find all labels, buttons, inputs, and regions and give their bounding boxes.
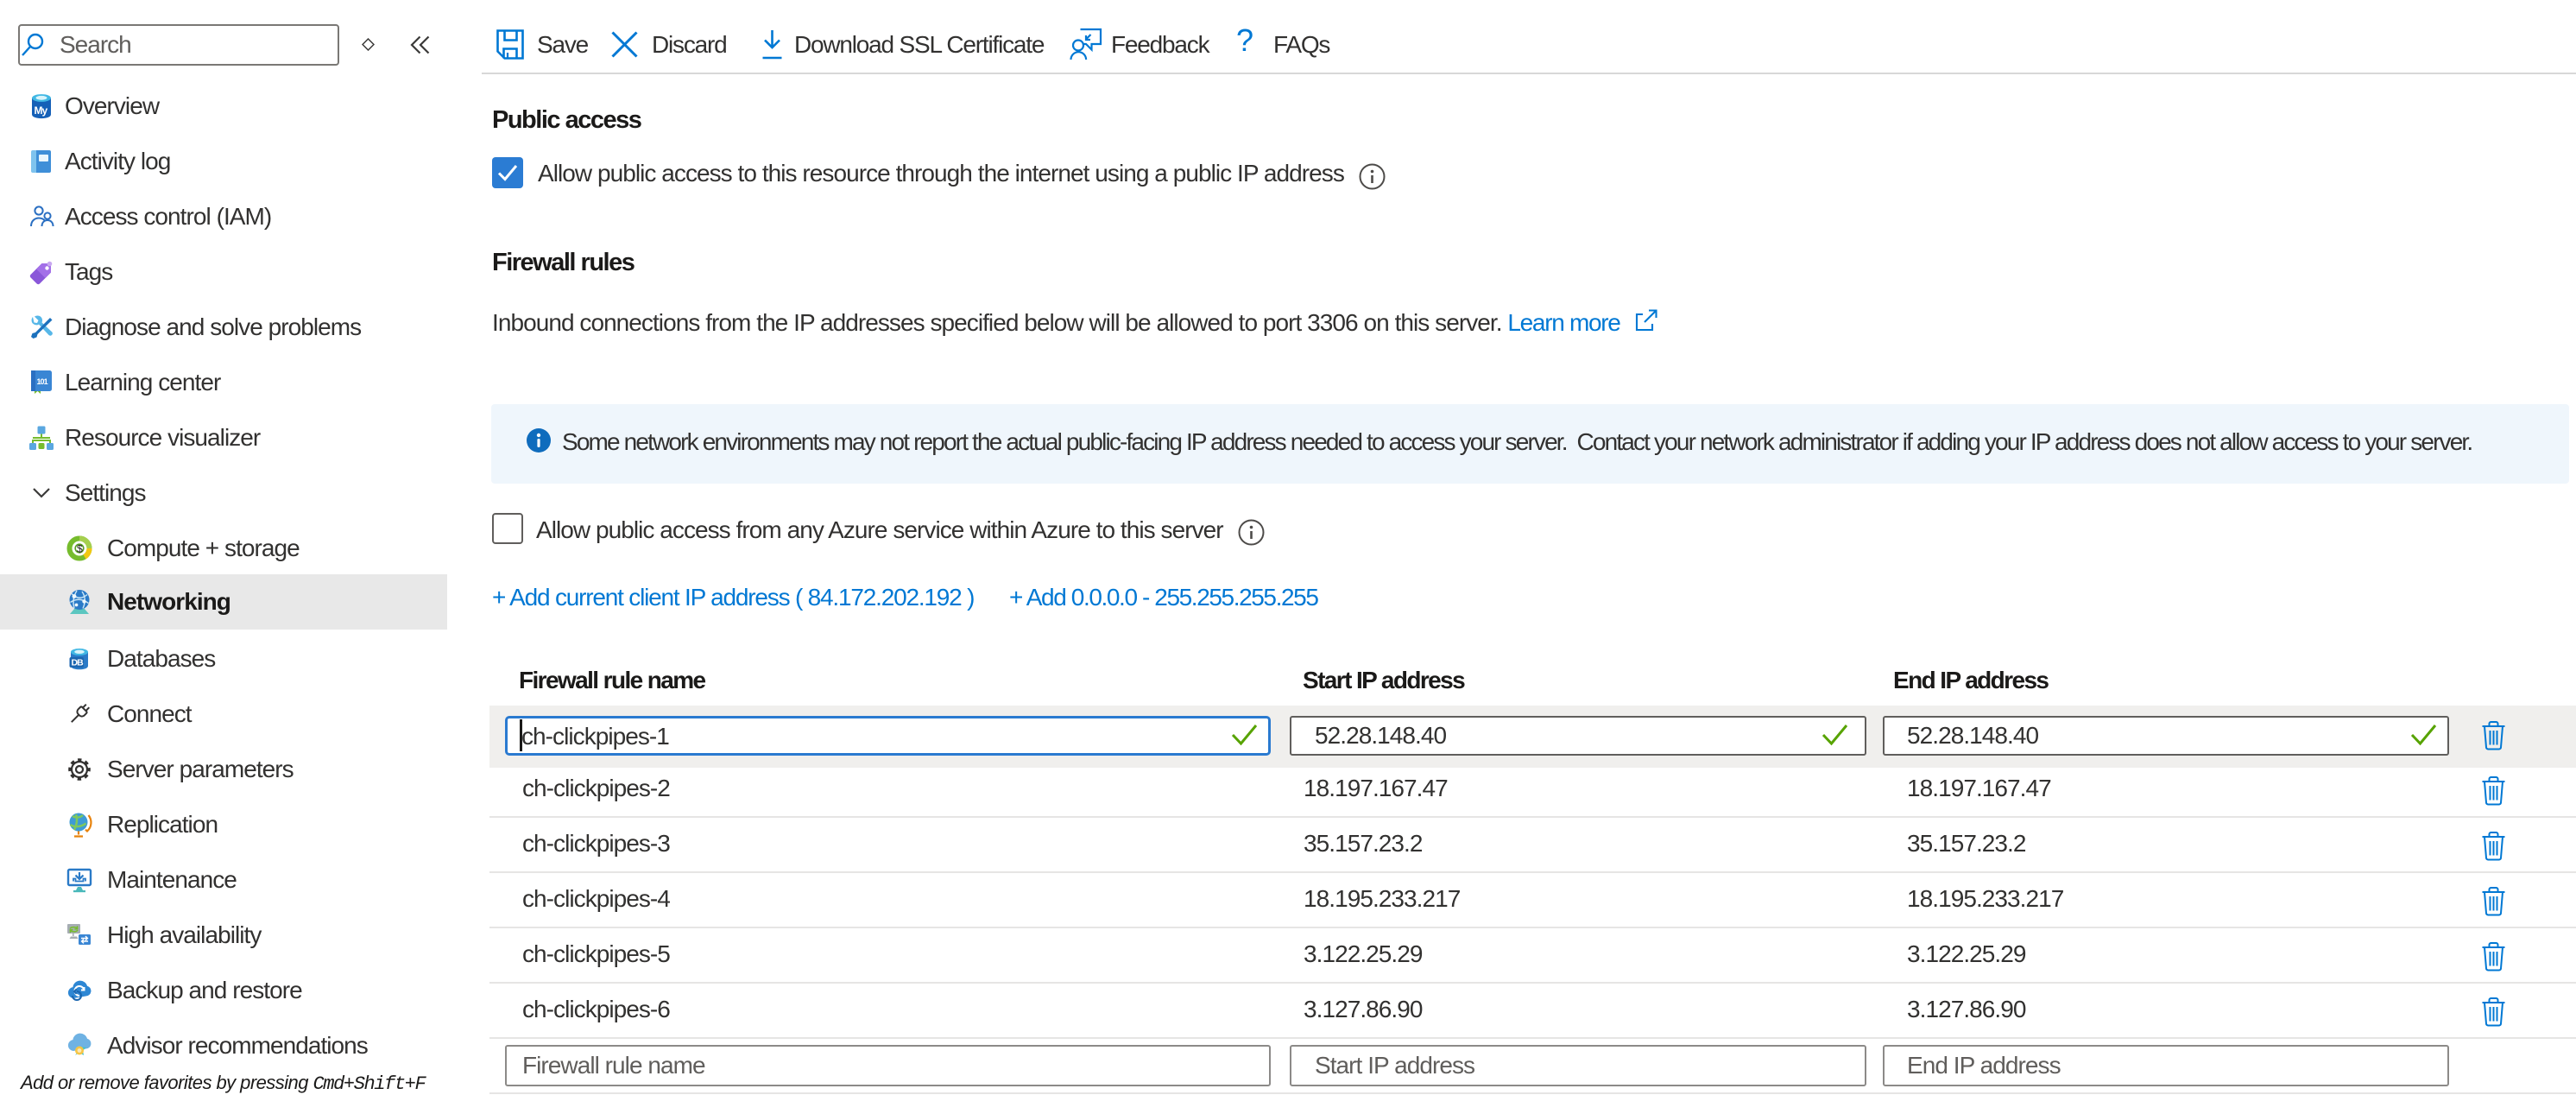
svg-text:DB: DB [72,658,85,668]
svg-text:101: 101 [37,377,48,386]
svg-text:My: My [35,104,48,117]
